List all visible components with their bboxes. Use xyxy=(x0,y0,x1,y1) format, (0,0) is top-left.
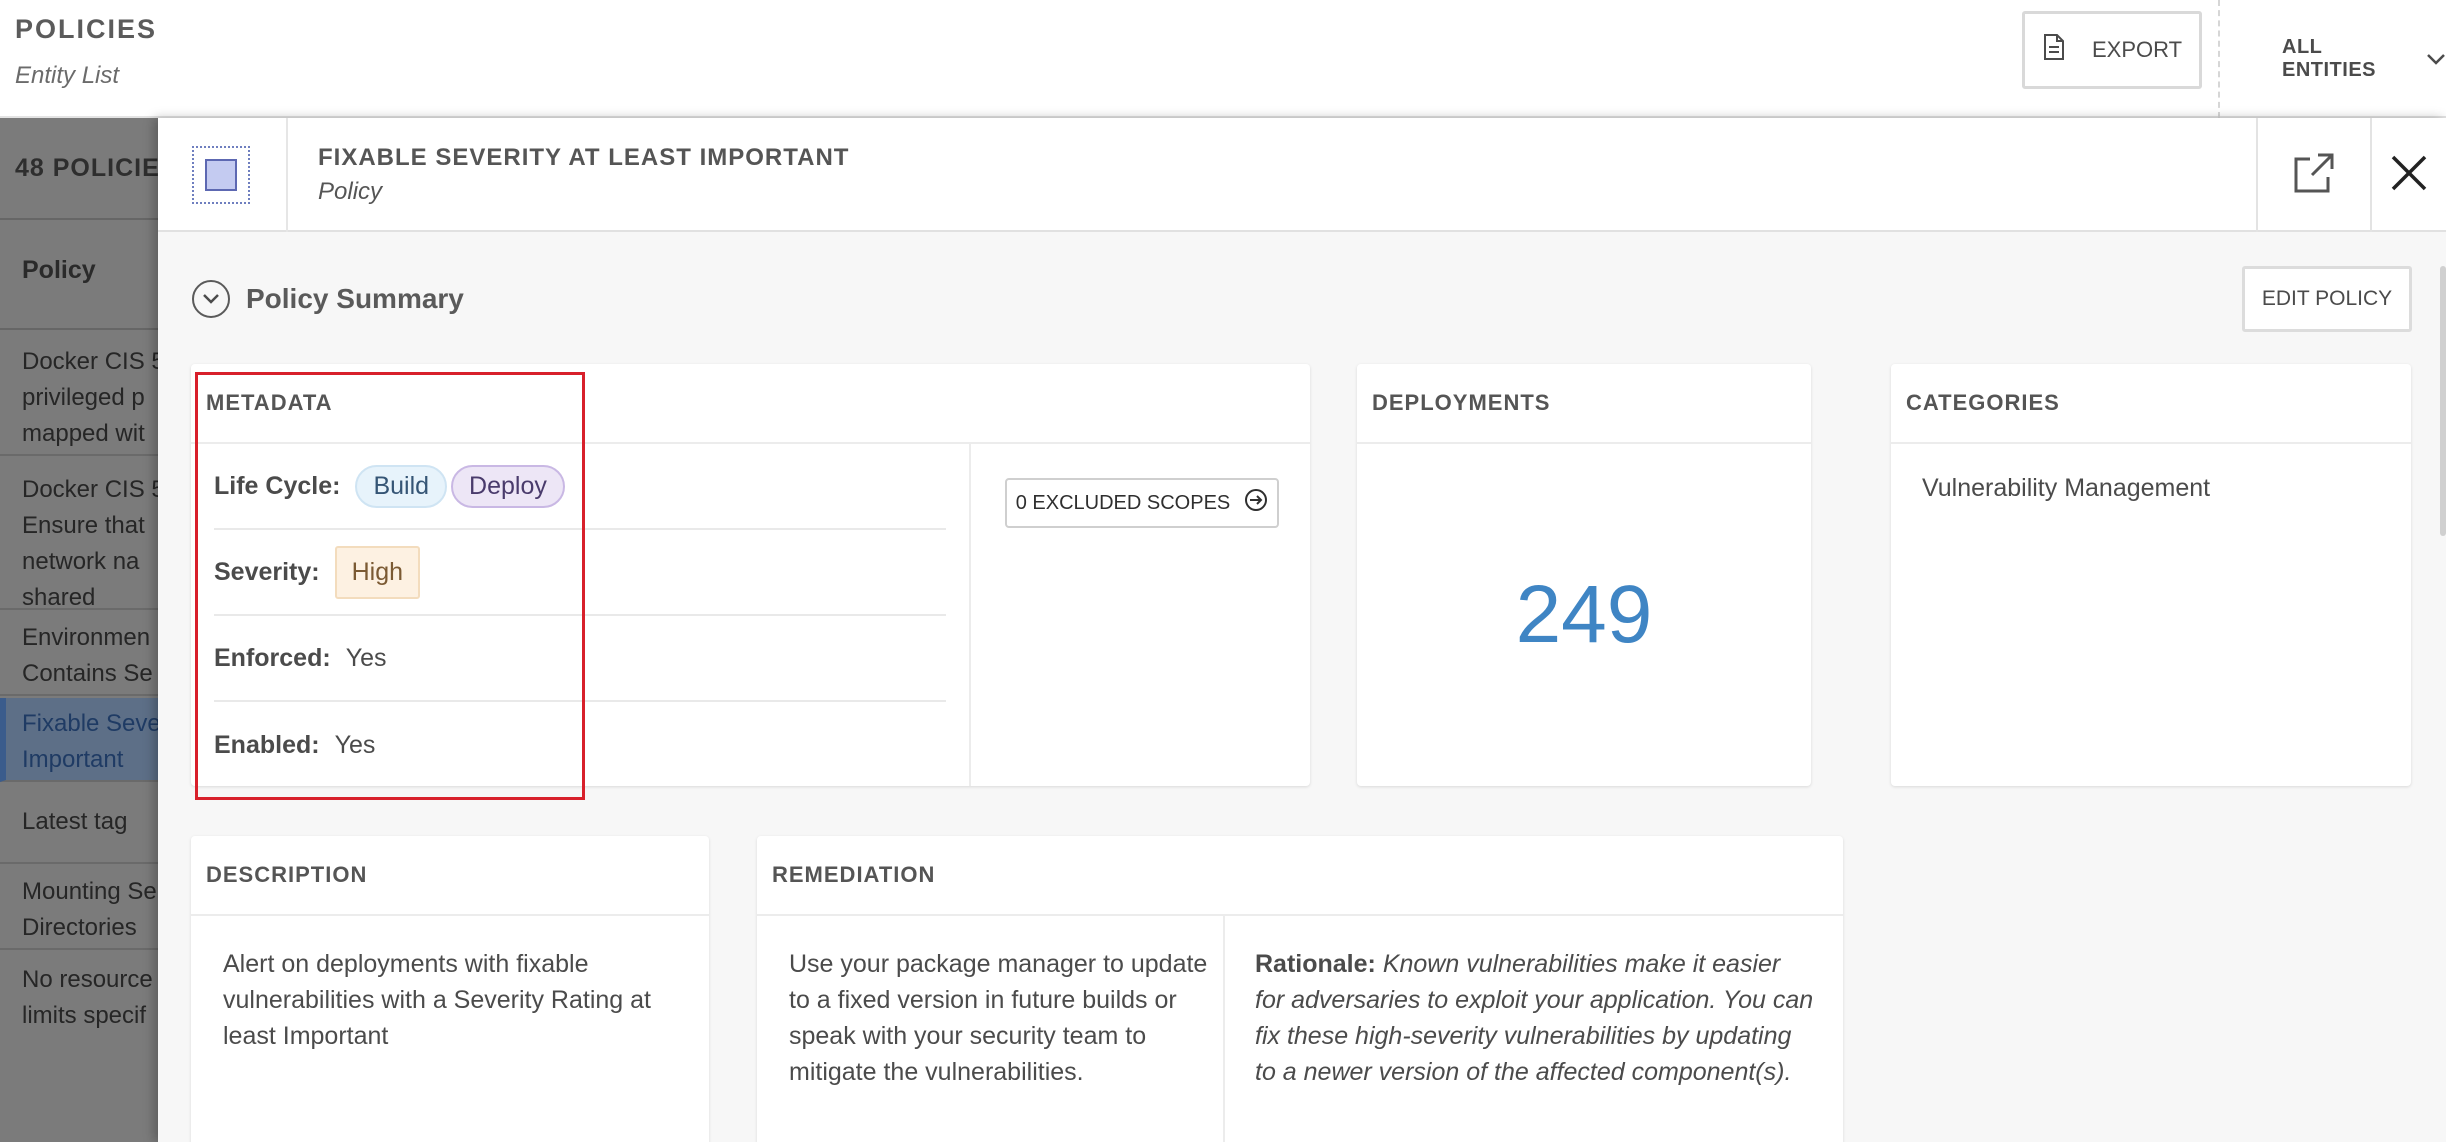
list-item[interactable]: Environmen Contains Se xyxy=(0,612,160,696)
panel-header: FIXABLE SEVERITY AT LEAST IMPORTANT Poli… xyxy=(158,118,2446,232)
policy-summary-toggle[interactable]: Policy Summary xyxy=(192,280,464,318)
excluded-scopes-button[interactable]: 0 EXCLUDED SCOPES xyxy=(1005,478,1279,528)
panel-title: FIXABLE SEVERITY AT LEAST IMPORTANT xyxy=(318,144,850,171)
panel-scrollbar[interactable] xyxy=(2440,266,2446,536)
edit-policy-button[interactable]: EDIT POLICY xyxy=(2242,266,2412,332)
lifecycle-build-pill: Build xyxy=(355,464,448,508)
metadata-fields: Life Cycle: Build Deploy Severity: High … xyxy=(191,444,971,786)
export-button[interactable]: EXPORT xyxy=(2022,11,2202,89)
rationale-block: Rationale: Known vulnerabilities make it… xyxy=(1255,946,1815,1090)
list-item-selected[interactable]: Fixable Seve Important xyxy=(0,698,160,782)
description-heading: DESCRIPTION xyxy=(191,836,709,916)
description-card: DESCRIPTION Alert on deployments with fi… xyxy=(191,836,709,1142)
list-item[interactable]: No resource limits specif xyxy=(0,952,160,1036)
list-item[interactable]: Latest tag xyxy=(0,784,160,864)
remediation-heading: REMEDIATION xyxy=(757,836,1843,916)
category-value: Vulnerability Management xyxy=(1922,474,2211,502)
page-subtitle: Entity List xyxy=(15,62,120,89)
metadata-card: METADATA Life Cycle: Build Deploy Severi… xyxy=(191,364,1310,786)
entities-dropdown[interactable]: ALL ENTITIES xyxy=(2282,36,2446,82)
enforced-label: Enforced: xyxy=(214,643,331,672)
categories-card: CATEGORIES Vulnerability Management xyxy=(1891,364,2411,786)
excluded-scopes-label: 0 EXCLUDED SCOPES xyxy=(1015,491,1231,514)
policy-list: 48 POLICIES Policy Docker CIS 5.4: privi… xyxy=(0,118,160,1142)
rationale-label: Rationale: xyxy=(1255,950,1376,978)
header-divider xyxy=(2218,0,2220,118)
remediation-text: Use your package manager to update to a … xyxy=(789,950,1208,1086)
enabled-row: Enabled: Yes xyxy=(214,702,946,788)
deployments-card[interactable]: DEPLOYMENTS 249 xyxy=(1357,364,1811,786)
lifecycle-deploy-pill: Deploy xyxy=(451,464,565,508)
section-title: Policy Summary xyxy=(246,283,464,314)
list-item[interactable]: Mounting Se Directories xyxy=(0,866,160,950)
entities-label: ALL ENTITIES xyxy=(2282,36,2377,81)
deployments-heading: DEPLOYMENTS xyxy=(1357,364,1811,444)
export-label: EXPORT xyxy=(2091,37,2183,62)
policy-count: 48 POLICIES xyxy=(15,154,160,182)
page-header: POLICIES Entity List EXPORT ALL ENTITIES xyxy=(0,0,2446,118)
list-item[interactable]: Docker CIS 5 Ensure that network na shar… xyxy=(0,458,160,611)
open-external-button[interactable] xyxy=(2256,118,2370,232)
close-icon xyxy=(2390,154,2428,197)
page-title: POLICIES xyxy=(15,14,158,44)
policy-entity-icon xyxy=(192,146,250,204)
policy-detail-panel: FIXABLE SEVERITY AT LEAST IMPORTANT Poli… xyxy=(158,118,2446,1142)
severity-badge: High xyxy=(334,545,421,599)
lifecycle-row: Life Cycle: Build Deploy xyxy=(214,444,946,530)
categories-heading: CATEGORIES xyxy=(1891,364,2411,444)
severity-row: Severity: High xyxy=(214,530,946,616)
list-item[interactable]: Docker CIS 5.4: privileged p mapped wit xyxy=(0,340,160,456)
document-icon xyxy=(2042,33,2066,67)
enforced-value: Yes xyxy=(345,643,387,672)
chevron-down-icon xyxy=(2426,48,2446,71)
metadata-heading: METADATA xyxy=(191,364,1310,444)
lifecycle-label: Life Cycle: xyxy=(214,471,341,500)
severity-label: Severity: xyxy=(214,557,320,586)
policy-column-header[interactable]: Policy xyxy=(0,218,160,330)
description-text: Alert on deployments with fixable vulner… xyxy=(223,950,651,1050)
deployments-count[interactable]: 249 xyxy=(1357,444,1811,786)
remediation-card: REMEDIATION Use your package manager to … xyxy=(757,836,1843,1142)
close-button[interactable] xyxy=(2370,118,2446,232)
external-link-icon xyxy=(2292,151,2336,200)
enabled-value: Yes xyxy=(334,730,376,759)
enabled-label: Enabled: xyxy=(214,730,320,759)
panel-subtitle: Policy xyxy=(318,178,383,205)
arrow-right-circle-icon xyxy=(1244,488,1268,518)
enforced-row: Enforced: Yes xyxy=(214,616,946,702)
chevron-down-icon xyxy=(192,280,230,318)
